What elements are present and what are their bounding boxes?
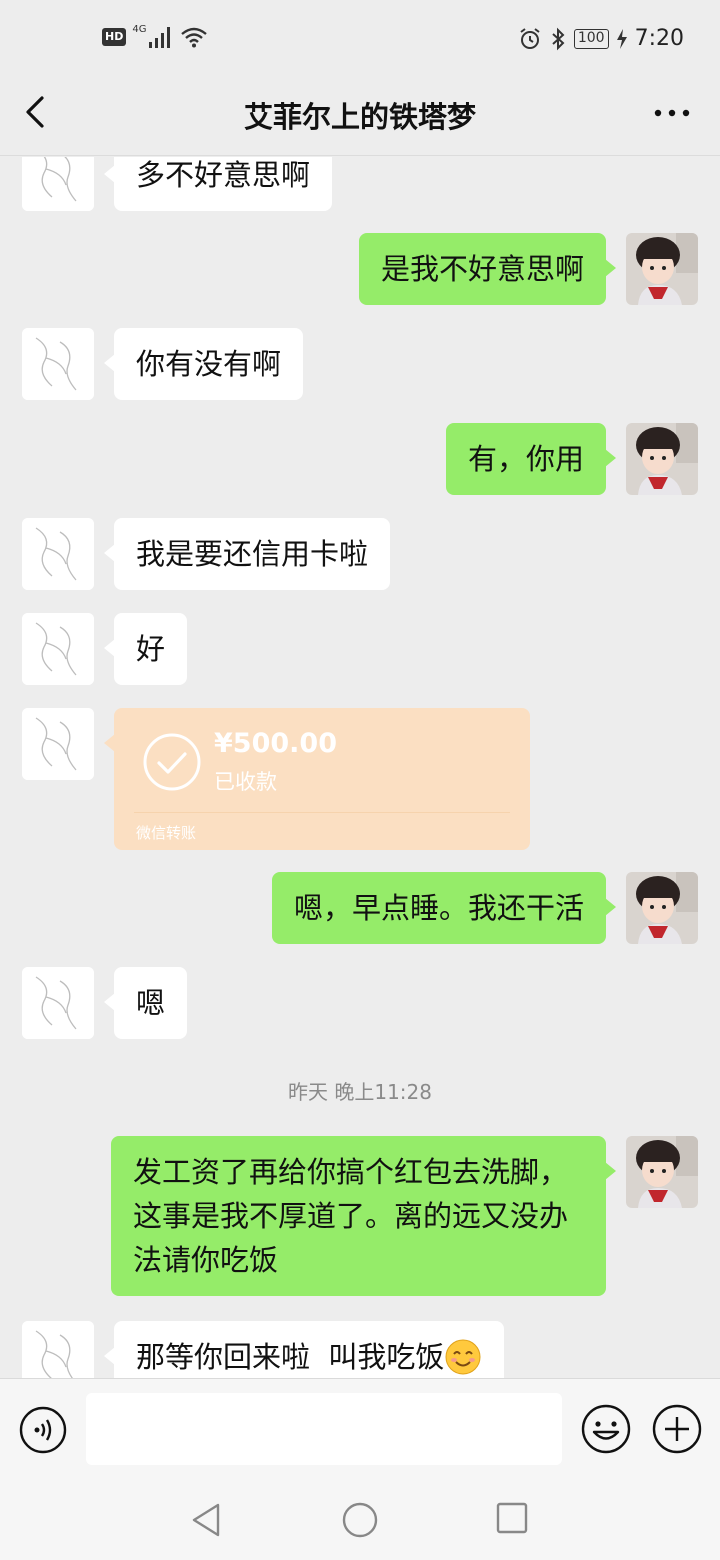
contact-avatar[interactable] xyxy=(22,518,94,590)
chat-header: 艾菲尔上的铁塔梦 xyxy=(0,80,720,156)
bluetooth-icon xyxy=(552,27,565,50)
my-avatar[interactable] xyxy=(626,423,698,495)
more-dots-icon[interactable] xyxy=(652,98,692,128)
transfer-amount: ¥500.00 xyxy=(214,728,337,759)
message-text: 那等你回来啦 叫我吃饭 xyxy=(136,1340,445,1374)
contact-avatar[interactable] xyxy=(22,1321,94,1378)
checkmark-circle-icon xyxy=(143,733,201,791)
message-bubble-outgoing[interactable]: 是我不好意思啊 xyxy=(358,233,617,305)
message-bubble-incoming[interactable]: 多不好意思啊 xyxy=(103,157,333,211)
contact-avatar[interactable] xyxy=(22,328,94,400)
chat-title: 艾菲尔上的铁塔梦 xyxy=(243,100,476,134)
contact-avatar[interactable] xyxy=(22,708,94,780)
battery-indicator: 100 xyxy=(573,28,609,49)
message-bubble-outgoing[interactable]: 嗯，早点睡。我还干活 xyxy=(271,872,617,944)
transfer-card[interactable]: ¥500.00 已收款 微信转账 xyxy=(104,708,530,850)
hd-badge: HD xyxy=(102,28,127,46)
chat-area[interactable]: 多不好意思啊 是我不好意思啊 你有没有啊 有，你用 我是要还信用卡啦 好 ¥50… xyxy=(0,157,720,1378)
triangle-back-icon[interactable] xyxy=(186,1500,226,1540)
square-recent-icon[interactable] xyxy=(494,1500,530,1536)
message-bubble-incoming[interactable]: 我是要还信用卡啦 xyxy=(103,518,391,590)
emoji-icon[interactable] xyxy=(580,1403,632,1455)
status-bar: HD 4G 100 7:20 xyxy=(0,0,720,80)
system-navigation-bar xyxy=(0,1482,720,1560)
status-right: 100 7:20 xyxy=(518,26,684,51)
circle-home-icon[interactable] xyxy=(340,1500,380,1540)
message-bubble-outgoing[interactable]: 有，你用 xyxy=(445,423,617,495)
voice-icon[interactable] xyxy=(18,1405,68,1455)
message-bubble-incoming[interactable]: 好 xyxy=(103,613,188,685)
plus-icon[interactable] xyxy=(651,1403,703,1455)
divider xyxy=(134,812,510,813)
signal-icon xyxy=(149,27,171,48)
transfer-status: 已收款 xyxy=(214,770,277,794)
network-type: 4G xyxy=(132,23,147,35)
message-bubble-incoming[interactable]: 那等你回来啦 叫我吃饭 xyxy=(103,1321,505,1378)
status-left: HD 4G xyxy=(102,23,208,48)
message-bubble-outgoing[interactable]: 发工资了再给你搞个红包去洗脚，这事是我不厚道了。离的远又没办法请你吃饭 xyxy=(111,1136,616,1296)
contact-avatar[interactable] xyxy=(22,157,94,211)
clock: 7:20 xyxy=(634,26,684,51)
message-bubble-incoming[interactable]: 你有没有啊 xyxy=(103,328,304,400)
my-avatar[interactable] xyxy=(626,233,698,305)
message-bubble-incoming[interactable]: 嗯 xyxy=(103,967,188,1039)
contact-avatar[interactable] xyxy=(22,967,94,1039)
alarm-icon xyxy=(520,27,540,49)
transfer-label: 微信转账 xyxy=(136,824,197,842)
smiling-face-emoji xyxy=(445,1339,481,1375)
my-avatar[interactable] xyxy=(626,1136,698,1208)
my-avatar[interactable] xyxy=(626,872,698,944)
contact-avatar[interactable] xyxy=(22,613,94,685)
charging-icon xyxy=(616,28,627,49)
input-bar xyxy=(0,1378,720,1482)
wifi-icon xyxy=(181,27,208,48)
message-timestamp: 昨天 晚上11:28 xyxy=(288,1080,432,1104)
message-input[interactable] xyxy=(86,1393,562,1465)
